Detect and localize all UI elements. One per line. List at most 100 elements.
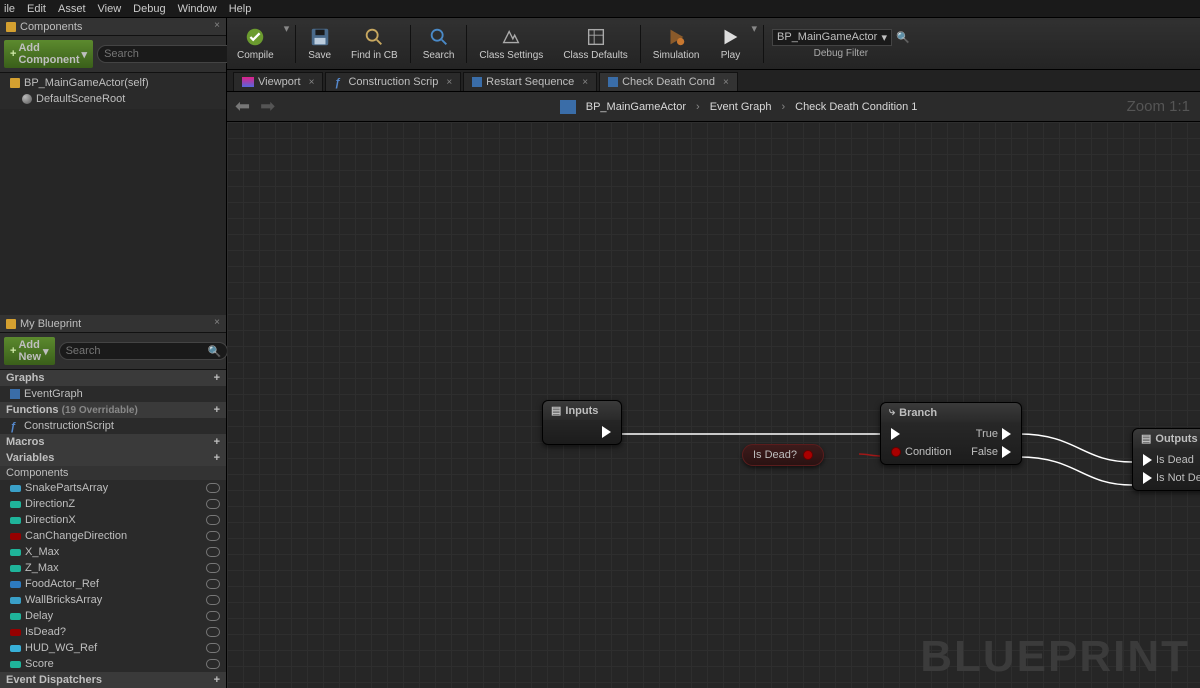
variable-isdead-[interactable]: IsDead?	[0, 624, 226, 640]
visibility-toggle-icon[interactable]	[206, 483, 220, 493]
find-in-cb-button[interactable]: Find in CB	[341, 18, 408, 69]
macros-header[interactable]: Macros +	[0, 434, 226, 450]
visibility-toggle-icon[interactable]	[206, 563, 220, 573]
add-variable-icon[interactable]: +	[214, 452, 220, 464]
construction-script-item[interactable]: ƒConstructionScript	[0, 418, 226, 434]
visibility-toggle-icon[interactable]	[206, 547, 220, 557]
condition-pin[interactable]: Condition	[891, 446, 951, 458]
visibility-toggle-icon[interactable]	[206, 611, 220, 621]
compile-button[interactable]: Compile	[227, 18, 284, 69]
close-icon[interactable]: ×	[309, 77, 315, 88]
visibility-toggle-icon[interactable]	[206, 531, 220, 541]
search-button[interactable]: Search	[413, 18, 465, 69]
variable-foodactor-ref[interactable]: FoodActor_Ref	[0, 576, 226, 592]
node-is-dead-var[interactable]: Is Dead?	[742, 444, 824, 466]
my-blueprint-tab[interactable]: My Blueprint ×	[0, 315, 226, 333]
add-function-icon[interactable]: +	[214, 404, 220, 416]
variable-type-icon	[10, 517, 21, 524]
menu-file[interactable]: ile	[4, 3, 15, 15]
simulation-button[interactable]: Simulation	[643, 18, 710, 69]
event-dispatchers-header[interactable]: Event Dispatchers +	[0, 672, 226, 688]
variable-snakepartsarray[interactable]: SnakePartsArray	[0, 480, 226, 496]
close-icon[interactable]: ×	[214, 20, 220, 31]
menu-asset[interactable]: Asset	[58, 3, 86, 15]
component-default-scene-root[interactable]: DefaultSceneRoot	[0, 91, 226, 107]
event-graph-item[interactable]: EventGraph	[0, 386, 226, 402]
component-bp-actor[interactable]: BP_MainGameActor(self)	[0, 75, 226, 91]
class-defaults-button[interactable]: Class Defaults	[553, 18, 637, 69]
find-debug-icon[interactable]: 🔍	[896, 31, 910, 44]
save-icon	[309, 26, 331, 48]
tab-construction-script[interactable]: ƒ Construction Scrip ×	[325, 72, 461, 91]
components-search-input[interactable]	[104, 48, 246, 60]
tab-restart-sequence[interactable]: Restart Sequence ×	[463, 72, 597, 91]
save-button[interactable]: Save	[298, 18, 341, 69]
visibility-toggle-icon[interactable]	[206, 595, 220, 605]
visibility-toggle-icon[interactable]	[206, 515, 220, 525]
class-settings-button[interactable]: Class Settings	[469, 18, 553, 69]
variable-hud-wg-ref[interactable]: HUD_WG_Ref	[0, 640, 226, 656]
menu-edit[interactable]: Edit	[27, 3, 46, 15]
variable-directionz[interactable]: DirectionZ	[0, 496, 226, 512]
menu-window[interactable]: Window	[178, 3, 217, 15]
add-dispatcher-icon[interactable]: +	[214, 674, 220, 686]
breadcrumb-root[interactable]: BP_MainGameActor	[586, 101, 686, 113]
blueprint-search[interactable]: 🔍	[59, 342, 229, 360]
node-branch[interactable]: ⤷Branch True Condition False	[880, 402, 1022, 465]
variable-wallbricksarray[interactable]: WallBricksArray	[0, 592, 226, 608]
add-macro-icon[interactable]: +	[214, 436, 220, 448]
nav-back-button[interactable]: ⬅	[235, 96, 250, 117]
blueprint-watermark: BLUEPRINT	[920, 632, 1190, 682]
graphs-header[interactable]: Graphs +	[0, 370, 226, 386]
exec-out-pin[interactable]	[602, 426, 611, 438]
close-icon[interactable]: ×	[582, 77, 588, 88]
functions-header[interactable]: Functions (19 Overridable) +	[0, 402, 226, 418]
add-new-button[interactable]: + Add New ▾	[4, 337, 55, 365]
blueprint-icon	[6, 319, 16, 329]
components-tab[interactable]: Components ×	[0, 18, 226, 36]
node-outputs[interactable]: ▤Outputs Is Dead Is Not Dead	[1132, 428, 1200, 491]
visibility-toggle-icon[interactable]	[206, 627, 220, 637]
visibility-toggle-icon[interactable]	[206, 579, 220, 589]
debug-filter-dropdown[interactable]: BP_MainGameActor ▾	[772, 29, 892, 46]
tab-viewport[interactable]: Viewport ×	[233, 72, 323, 91]
close-icon[interactable]: ×	[723, 77, 729, 88]
add-graph-icon[interactable]: +	[214, 372, 220, 384]
play-button[interactable]: Play	[709, 18, 751, 69]
node-inputs[interactable]: ▤Inputs	[542, 400, 622, 445]
bool-out-pin[interactable]	[803, 450, 813, 460]
variable-delay[interactable]: Delay	[0, 608, 226, 624]
variable-x-max[interactable]: X_Max	[0, 544, 226, 560]
visibility-toggle-icon[interactable]	[206, 499, 220, 509]
breadcrumb-graph[interactable]: Event Graph	[710, 101, 772, 113]
variable-directionx[interactable]: DirectionX	[0, 512, 226, 528]
visibility-toggle-icon[interactable]	[206, 643, 220, 653]
visibility-toggle-icon[interactable]	[206, 659, 220, 669]
blueprint-search-input[interactable]	[66, 345, 208, 357]
false-pin[interactable]: False	[971, 446, 1011, 458]
variable-z-max[interactable]: Z_Max	[0, 560, 226, 576]
is-dead-pin[interactable]: Is Dead	[1143, 454, 1194, 466]
is-not-dead-pin[interactable]: Is Not Dead	[1143, 472, 1200, 484]
nav-forward-button[interactable]: ➡	[260, 96, 275, 117]
play-dropdown-icon[interactable]: ▾	[751, 18, 761, 35]
search-icon	[428, 26, 450, 48]
true-pin[interactable]: True	[976, 428, 1011, 440]
tab-check-death-cond[interactable]: Check Death Cond ×	[599, 72, 738, 91]
tunnel-icon: ▤	[551, 404, 561, 417]
toolbar-dropdown-icon[interactable]: ▾	[284, 18, 294, 35]
exec-in-pin[interactable]	[891, 428, 900, 440]
editor-area: Compile ▾ Save Find in CB Search Class S…	[227, 18, 1200, 688]
variable-score[interactable]: Score	[0, 656, 226, 672]
add-component-button[interactable]: + Add Component ▾	[4, 40, 93, 68]
close-icon[interactable]: ×	[446, 77, 452, 88]
breadcrumb-leaf[interactable]: Check Death Condition 1	[795, 101, 917, 113]
menu-help[interactable]: Help	[229, 3, 252, 15]
variable-canchangedirection[interactable]: CanChangeDirection	[0, 528, 226, 544]
variables-header[interactable]: Variables +	[0, 450, 226, 466]
menu-view[interactable]: View	[98, 3, 122, 15]
menu-debug[interactable]: Debug	[133, 3, 165, 15]
graph-canvas[interactable]: ▤Inputs Is Dead? ⤷Branch True Condition …	[227, 122, 1200, 688]
close-icon[interactable]: ×	[214, 317, 220, 328]
components-subheader[interactable]: Components	[0, 466, 226, 480]
